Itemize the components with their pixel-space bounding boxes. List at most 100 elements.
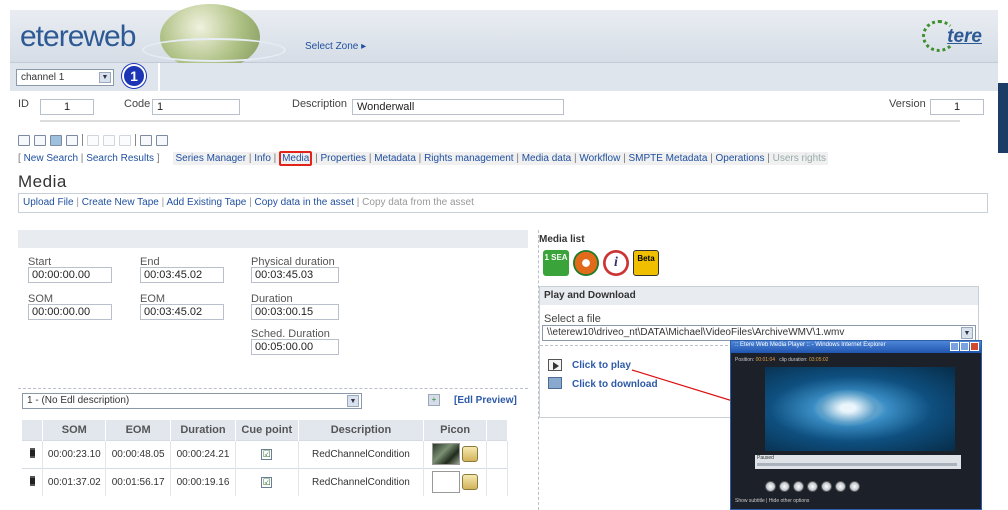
cell-cue-point: ☑	[235, 439, 299, 468]
column-header-picon: Picon	[423, 420, 487, 440]
edl-select[interactable]: 1 - (No Edl description) ▼	[22, 393, 362, 409]
play-icon[interactable]	[807, 481, 818, 492]
click-to-download-link[interactable]: Click to download	[572, 379, 658, 390]
select-zone-link[interactable]: Select Zone ▸	[305, 41, 366, 52]
cell-som: 00:01:37.02	[42, 467, 107, 496]
media-player-icon[interactable]	[573, 250, 599, 276]
tab-operations[interactable]: Operations	[716, 153, 765, 164]
tools-icon[interactable]	[66, 134, 78, 146]
tab-workflow[interactable]: Workflow	[579, 153, 620, 164]
chevron-down-icon[interactable]: ▼	[961, 327, 973, 339]
beta-icon[interactable]: Beta	[633, 250, 659, 276]
play-icon[interactable]	[548, 359, 562, 371]
tab-series-manager[interactable]: Series Manager	[175, 153, 246, 164]
print-icon[interactable]	[156, 134, 168, 146]
maximize-icon[interactable]	[960, 342, 969, 351]
video-frame[interactable]	[765, 367, 955, 451]
cell-duration: 00:00:24.21	[170, 439, 236, 468]
first-record-icon[interactable]	[87, 134, 99, 146]
tab-users-rights: Users rights	[772, 153, 826, 164]
step-number-badge: 1	[122, 64, 146, 88]
player-controls	[765, 481, 860, 492]
description-field[interactable]: Wonderwall	[352, 99, 564, 115]
cue-points-table: SOM EOM Duration Cue point Description P…	[22, 420, 509, 496]
create-new-tape-link[interactable]: Create New Tape	[82, 197, 159, 208]
column-header-icon	[22, 420, 44, 440]
next-record-icon[interactable]	[103, 134, 115, 146]
column-header-extra	[486, 420, 509, 440]
cue-point-checkbox[interactable]: ☑	[261, 476, 273, 488]
player-seek-bar[interactable]: Paused	[755, 455, 961, 469]
cell-picon	[423, 439, 487, 468]
player-options[interactable]: Show subtitle | Hide other options	[735, 498, 809, 504]
window-controls	[950, 342, 979, 351]
table-row[interactable]: 00:00:23.10 00:00:48.05 00:00:24.21 ☑ Re…	[22, 439, 509, 468]
pause-icon[interactable]	[821, 481, 832, 492]
copy-icon[interactable]	[119, 134, 131, 146]
code-field[interactable]: 1	[152, 99, 240, 115]
channel-select[interactable]: channel 1 ▼	[16, 69, 114, 86]
minimize-icon[interactable]	[950, 342, 959, 351]
physical-duration-field[interactable]: 00:03:45.03	[251, 267, 339, 283]
new-search-link[interactable]: New Search	[24, 153, 78, 164]
save-as-icon[interactable]	[50, 134, 62, 146]
cell-description: RedChannelCondition	[298, 467, 425, 496]
eject-icon[interactable]	[765, 481, 776, 492]
chevron-down-icon[interactable]: ▼	[99, 72, 111, 83]
picon-thumbnail[interactable]	[431, 471, 460, 494]
tab-properties[interactable]: Properties	[320, 153, 366, 164]
globe-graphic	[142, 4, 286, 70]
search-binoculars-icon[interactable]	[140, 134, 152, 146]
new-icon[interactable]	[18, 134, 30, 146]
edl-add-icon[interactable]: +	[428, 394, 440, 406]
sched-duration-field[interactable]: 00:05:00.00	[251, 339, 339, 355]
rewind-icon[interactable]	[779, 481, 790, 492]
id-field[interactable]: 1	[40, 99, 94, 115]
divider	[18, 388, 528, 389]
search-results-link[interactable]: Search Results	[86, 153, 154, 164]
end-field[interactable]: 00:03:45.02	[140, 267, 224, 283]
media-player-popup[interactable]: :: Etere Web Media Player :: - Windows I…	[730, 340, 982, 510]
table-row[interactable]: 00:01:37.02 00:01:56.17 00:00:19.16 ☑ Re…	[22, 467, 509, 496]
start-field[interactable]: 00:00:00.00	[28, 267, 112, 283]
info-icon[interactable]: i	[603, 250, 629, 276]
duration-field[interactable]: 00:03:00.15	[251, 304, 339, 320]
version-field[interactable]: 1	[930, 99, 984, 115]
chevron-down-icon[interactable]: ▼	[347, 395, 359, 407]
picon-thumbnail[interactable]	[431, 443, 460, 465]
file-select[interactable]: \\eterew10\driveo_nt\DATA\Michael\VideoF…	[542, 325, 976, 341]
save-icon[interactable]	[34, 134, 46, 146]
upload-file-link[interactable]: Upload File	[23, 197, 74, 208]
eom-field[interactable]: 00:03:45.02	[140, 304, 224, 320]
tab-rights-management[interactable]: Rights management	[424, 153, 514, 164]
previous-icon[interactable]	[793, 481, 804, 492]
player-info: Position: 00:01:04 clip duration: 03:05:…	[735, 357, 828, 363]
divider	[158, 63, 160, 91]
close-icon[interactable]	[970, 342, 979, 351]
version-label: Version	[889, 98, 926, 110]
seek-track[interactable]	[757, 463, 957, 466]
sea-icon[interactable]: 1 SEA	[543, 250, 569, 276]
channel-bar: channel 1 ▼ 1	[10, 63, 998, 91]
clapperboard-icon[interactable]	[462, 446, 479, 462]
cell-extra	[486, 467, 509, 496]
cue-point-checkbox[interactable]: ☑	[261, 448, 273, 460]
next-icon[interactable]	[835, 481, 846, 492]
app-header: etereweb Select Zone ▸ tere	[10, 4, 998, 70]
tab-info[interactable]: Info	[254, 153, 271, 164]
copy-data-in-asset-link[interactable]: Copy data in the asset	[254, 197, 354, 208]
fast-forward-icon[interactable]	[849, 481, 860, 492]
tab-metadata[interactable]: Metadata	[374, 153, 416, 164]
tab-smpte-metadata[interactable]: SMPTE Metadata	[628, 153, 707, 164]
column-header-description: Description	[298, 420, 425, 440]
toolbar-divider	[82, 134, 83, 146]
download-icon[interactable]	[548, 377, 562, 389]
click-to-play-link[interactable]: Click to play	[572, 360, 631, 371]
tab-media-data[interactable]: Media data	[522, 153, 571, 164]
clapperboard-icon[interactable]	[462, 474, 479, 491]
add-existing-tape-link[interactable]: Add Existing Tape	[166, 197, 246, 208]
som-field[interactable]: 00:00:00.00	[28, 304, 112, 320]
panel-header	[18, 230, 528, 248]
tab-media[interactable]: Media	[279, 151, 313, 166]
edl-preview-link[interactable]: [Edl Preview]	[454, 395, 517, 406]
